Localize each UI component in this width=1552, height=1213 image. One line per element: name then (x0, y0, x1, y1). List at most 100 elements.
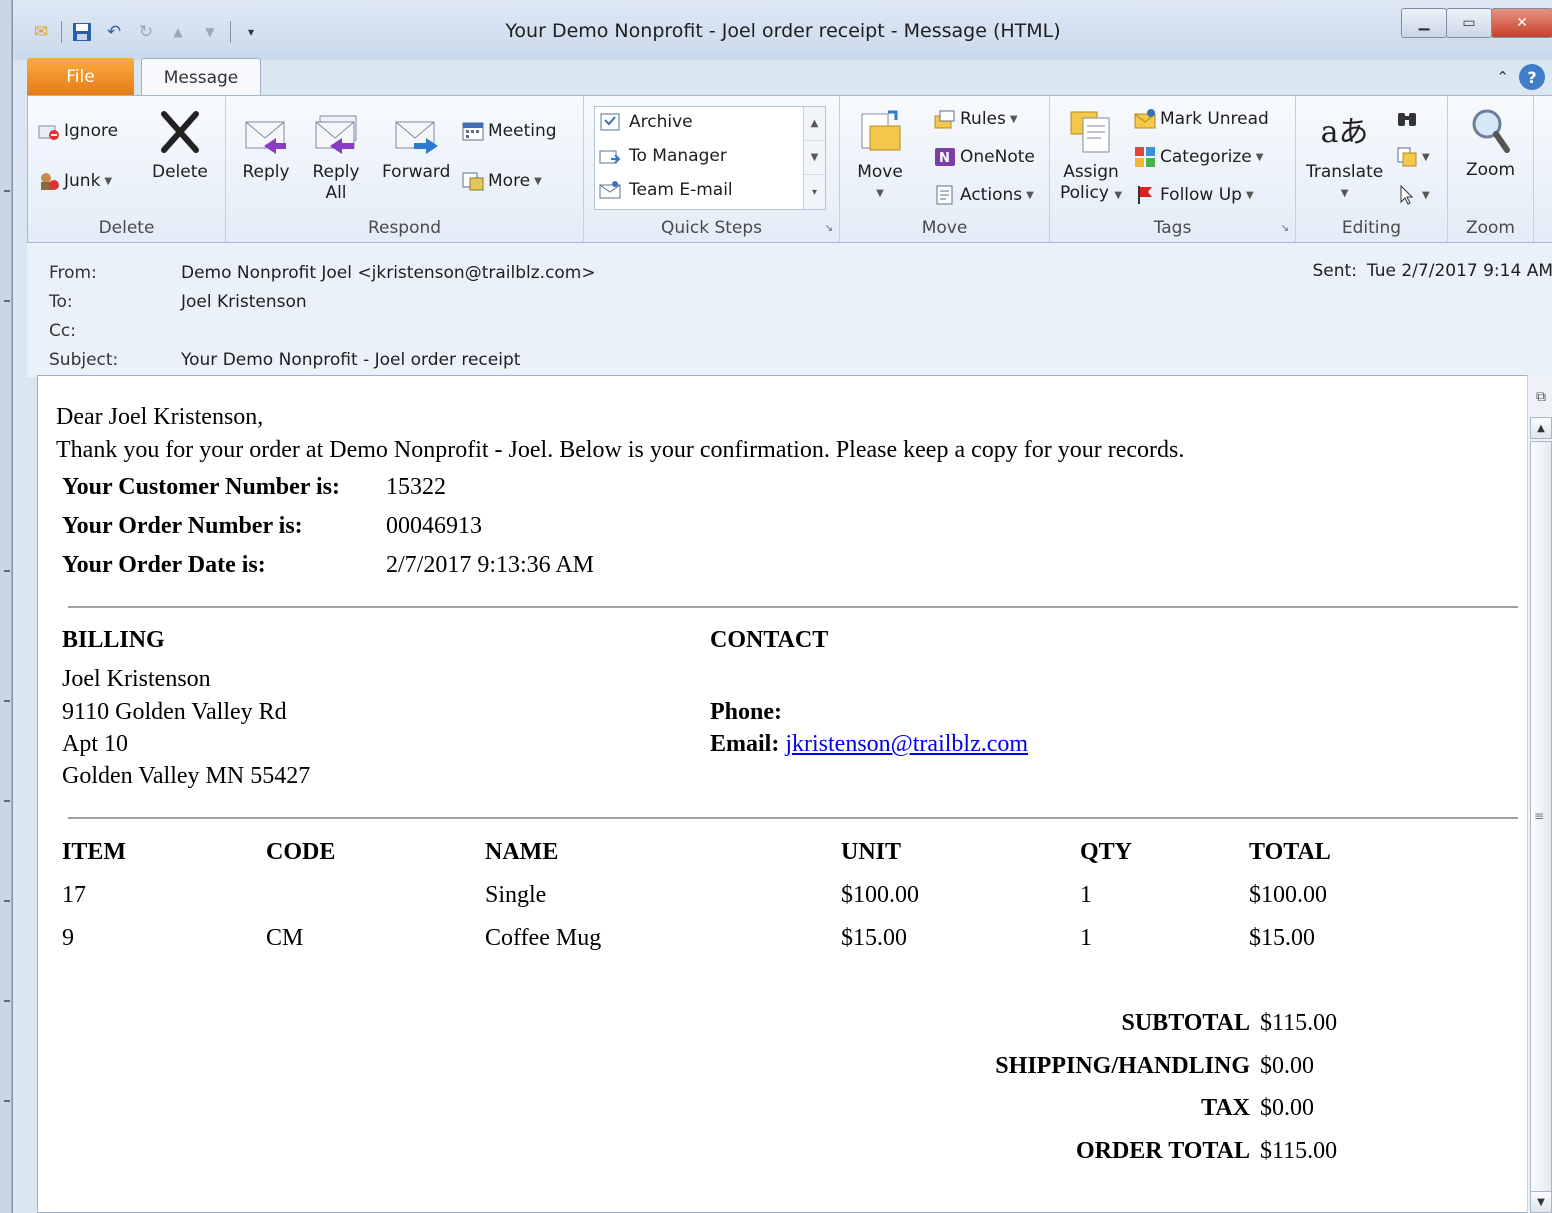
find-button[interactable] (1396, 108, 1418, 130)
table-cell: $15.00 (1249, 925, 1315, 951)
onenote-button[interactable]: N OneNote (934, 146, 1035, 168)
table-cell: 1 (1080, 882, 1092, 908)
meeting-button[interactable]: Meeting (462, 120, 557, 142)
dropdown-arrow-icon: ▼ (1114, 190, 1123, 201)
quick-step-archive[interactable]: Archive (599, 111, 693, 133)
sent-info: Sent: Tue 2/7/2017 9:14 AM (1313, 261, 1552, 281)
message-scrollbar[interactable]: ⧉ ▲ ≡ ▼ (1527, 375, 1552, 1213)
customer-number-value: 15322 (386, 474, 446, 500)
window-title: Your Demo Nonprofit - Joel order receipt… (505, 20, 1061, 42)
ribbon: Ignore Delete Junk ▼ Delete Reply Reply … (27, 95, 1552, 243)
more-button[interactable]: More ▼ (462, 170, 542, 192)
table-cell: $100.00 (841, 882, 919, 908)
billing-line: 9110 Golden Valley Rd (62, 699, 287, 725)
follow-up-flag-icon (1134, 184, 1156, 206)
zoom-group: Zoom Zoom (1448, 96, 1534, 242)
email-link[interactable]: jkristenson@trailblz.com (785, 731, 1028, 757)
minimize-button[interactable]: ▁ (1401, 8, 1447, 38)
sent-label: Sent: (1312, 261, 1357, 281)
shipping-value: $0.00 (1260, 1053, 1314, 1079)
zoom-button[interactable]: Zoom (1466, 106, 1515, 181)
zoom-magnifier-icon (1467, 106, 1515, 154)
grip-icon: ≡ (1534, 809, 1545, 823)
svg-text:N: N (939, 151, 950, 166)
scroll-down-arrow-icon[interactable]: ▼ (1530, 1191, 1552, 1213)
tax-label: TAX (1201, 1095, 1250, 1121)
ignore-icon (38, 120, 60, 142)
shipping-label: SHIPPING/HANDLING (995, 1053, 1250, 1079)
meeting-calendar-icon (462, 120, 484, 142)
move-button[interactable]: Move ▼ (856, 108, 904, 204)
split-view-icon[interactable]: ⧉ (1530, 385, 1552, 409)
window-controls: ▁ ▭ ✕ (1401, 8, 1552, 38)
close-button[interactable]: ✕ (1491, 8, 1552, 38)
billing-line: Joel Kristenson (62, 666, 211, 692)
from-value[interactable]: Demo Nonprofit Joel <jkristenson@trailbl… (181, 263, 596, 283)
forward-icon (392, 108, 440, 156)
follow-up-button[interactable]: Follow Up ▼ (1134, 184, 1254, 206)
billing-line: Apt 10 (62, 731, 128, 757)
scroll-up-arrow-icon[interactable]: ▲ (1530, 417, 1552, 439)
categorize-button[interactable]: Categorize ▼ (1134, 146, 1263, 168)
table-cell: 17 (62, 882, 86, 908)
minimize-ribbon-icon[interactable]: ⌃ (1496, 68, 1509, 86)
table-cell: $100.00 (1249, 882, 1327, 908)
tags-group: Assign Policy ▼ Mark Unread Categorize ▼ (1050, 96, 1296, 242)
move-group: Move ▼ Rules ▼ N OneNote Actions ▼ Move (840, 96, 1050, 242)
column-header-item: ITEM (62, 839, 127, 865)
scroll-up-icon[interactable]: ▲ (804, 107, 825, 141)
team-email-icon (599, 179, 621, 201)
junk-button[interactable]: Junk ▼ (38, 170, 112, 192)
message-header: From: Demo Nonprofit Joel <jkristenson@t… (27, 243, 1552, 377)
dropdown-arrow-icon: ▼ (1026, 189, 1034, 201)
rules-button[interactable]: Rules ▼ (934, 108, 1018, 130)
quick-step-to-manager[interactable]: To Manager (599, 145, 727, 167)
delete-button[interactable]: Delete (152, 108, 208, 183)
maximize-button[interactable]: ▭ (1446, 8, 1492, 38)
assign-policy-button[interactable]: Assign Policy ▼ (1060, 108, 1122, 206)
onenote-icon: N (934, 146, 956, 168)
related-button[interactable]: ▼ (1396, 146, 1430, 168)
select-cursor-icon (1396, 184, 1418, 206)
reply-button[interactable]: Reply (242, 108, 290, 183)
dialog-launcher-icon[interactable]: ↘ (1281, 223, 1289, 234)
translate-icon: aあ (1320, 114, 1369, 150)
order-number-value: 00046913 (386, 513, 482, 539)
find-binoculars-icon (1396, 108, 1418, 130)
divider (68, 606, 1518, 608)
dropdown-arrow-icon: ▼ (104, 175, 113, 187)
tab-message[interactable]: Message (141, 58, 261, 96)
quick-step-team-email[interactable]: Team E-mail (599, 179, 733, 201)
expand-gallery-icon[interactable]: ▾ (804, 175, 825, 209)
reply-all-icon (312, 108, 360, 156)
billing-line: Golden Valley MN 55427 (62, 763, 311, 789)
table-cell: 9 (62, 925, 74, 951)
message-window: ✉ ↶ ↻ ▲ ▼ ▾ Your Demo Nonprofit - Joel o… (12, 0, 1552, 1213)
quick-steps-scroll[interactable]: ▲ ▼ ▾ (803, 107, 825, 209)
table-cell: Coffee Mug (485, 925, 602, 951)
column-header-qty: QTY (1080, 839, 1133, 865)
reply-all-button[interactable]: Reply All (312, 108, 360, 204)
ignore-button[interactable]: Ignore (38, 120, 118, 142)
junk-icon (38, 170, 60, 192)
billing-heading: BILLING (62, 627, 165, 653)
order-total-label: ORDER TOTAL (1075, 1138, 1250, 1164)
column-header-total: TOTAL (1249, 839, 1331, 865)
phone-label: Phone: (710, 699, 782, 725)
subtotal-value: $115.00 (1260, 1010, 1338, 1036)
dialog-launcher-icon[interactable]: ↘ (825, 223, 833, 234)
rules-icon (934, 108, 956, 130)
table-cell: Single (485, 882, 547, 908)
to-value[interactable]: Joel Kristenson (181, 292, 307, 312)
mark-unread-button[interactable]: Mark Unread (1134, 108, 1269, 130)
actions-button[interactable]: Actions ▼ (934, 184, 1034, 206)
tab-file[interactable]: File (27, 58, 134, 96)
translate-button[interactable]: aあ Translate ▼ (1306, 108, 1383, 204)
scrollbar-thumb[interactable] (1530, 441, 1552, 1213)
dropdown-arrow-icon: ▼ (1009, 113, 1018, 125)
help-icon[interactable]: ? (1519, 64, 1545, 90)
dropdown-arrow-icon: ▼ (876, 188, 884, 199)
select-button[interactable]: ▼ (1396, 184, 1430, 206)
scroll-down-icon[interactable]: ▼ (804, 141, 825, 175)
forward-button[interactable]: Forward (382, 108, 450, 183)
